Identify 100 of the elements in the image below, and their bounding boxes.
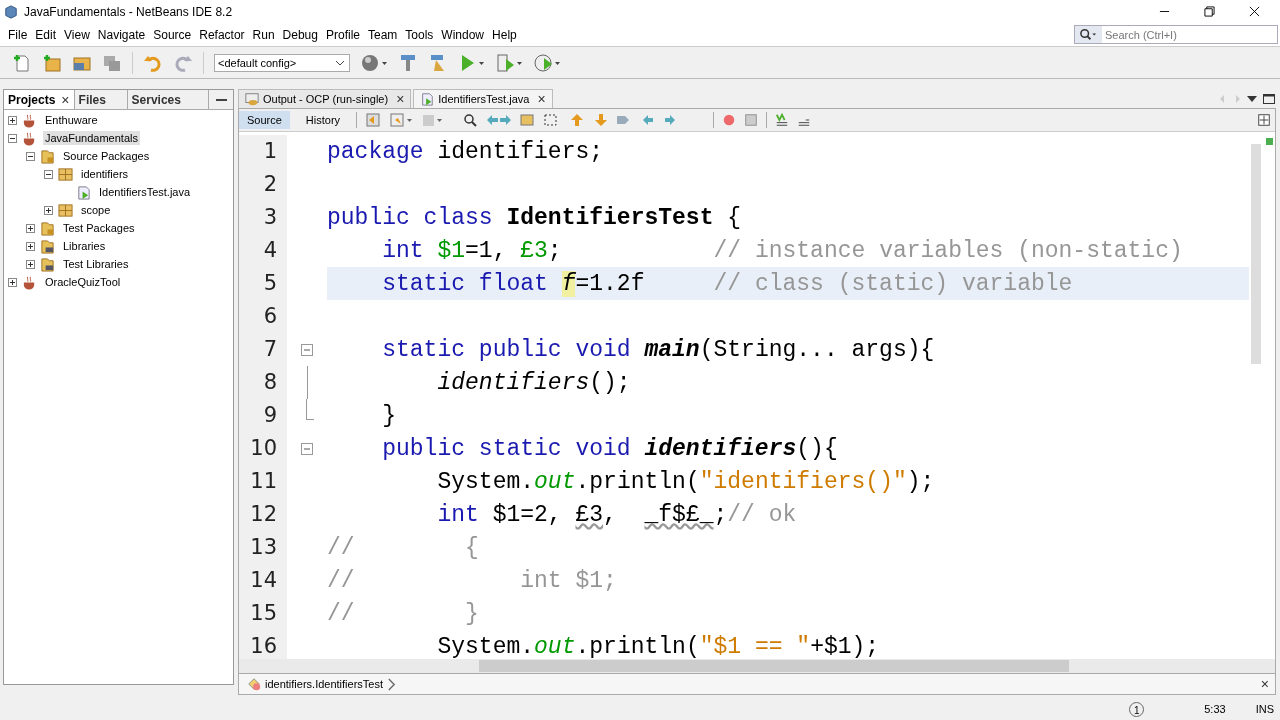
keyword: public class [327, 204, 494, 231]
java-file-icon [420, 92, 435, 106]
source-folder-icon [40, 220, 55, 236]
tree-item[interactable]: Source Packages [61, 149, 152, 163]
class-icon [247, 677, 261, 691]
close-icon[interactable] [1249, 6, 1260, 17]
line-number: 9 [239, 399, 287, 432]
restore-icon[interactable] [1204, 6, 1215, 17]
code-comment: // class (static) variable [713, 270, 1073, 297]
close-button[interactable]: × [1260, 676, 1269, 692]
code-text: , [603, 501, 618, 528]
split-editor-icon[interactable] [1257, 113, 1271, 127]
code-text: identifiers; [436, 138, 604, 165]
library-folder-icon [40, 256, 55, 272]
code-text: =1, [465, 237, 508, 264]
menu-item[interactable]: Run [248, 27, 279, 42]
panel-tab[interactable]: Services [127, 90, 209, 109]
code-comment: // { [327, 534, 479, 561]
tree-item[interactable]: OracleQuizTool [43, 275, 123, 289]
line-number: 11 [239, 465, 287, 498]
close-button[interactable]: × [61, 91, 70, 108]
panel-tab[interactable]: Files [74, 90, 128, 109]
string-literal: "identifiers()" [699, 468, 907, 495]
code-text: (String... args){ [699, 336, 935, 363]
code-text: $1=2, [491, 501, 563, 528]
line-number: 1 [239, 135, 287, 168]
tree-item[interactable]: scope [79, 203, 113, 217]
fold-icon[interactable] [301, 442, 313, 455]
code-text: =1.2f [575, 270, 646, 297]
horizontal-scrollbar[interactable] [239, 659, 1275, 673]
new-file-icon[interactable] [12, 52, 32, 73]
expand-icon[interactable] [26, 259, 35, 269]
menu-item[interactable]: Window [437, 27, 489, 42]
code-text: { [726, 204, 742, 231]
collapse-icon[interactable] [44, 169, 53, 179]
library-folder-icon [40, 238, 55, 254]
profile-icon[interactable] [534, 52, 562, 73]
expand-icon[interactable] [8, 115, 17, 125]
view-toggle[interactable]: Source [239, 111, 290, 129]
unused-variable: £3 [575, 501, 604, 528]
menu-item[interactable]: Help [488, 27, 521, 42]
cup-icon [22, 112, 37, 128]
field-name: $1 [437, 237, 466, 264]
keyword: int [381, 237, 425, 264]
menu-item[interactable]: Debug [278, 27, 322, 42]
expand-icon[interactable] [26, 241, 35, 251]
code-comment: // instance variables (non-static) [713, 237, 1183, 264]
config-dropdown[interactable]: <default config> [214, 53, 350, 72]
record-macro-icon[interactable] [722, 113, 737, 127]
unused-variable: _f$£_ [644, 501, 714, 528]
collapse-icon[interactable] [8, 133, 17, 143]
fold-icon[interactable] [301, 343, 313, 356]
line-number: 14 [239, 564, 287, 597]
menu-item[interactable]: Navigate [93, 27, 150, 42]
tree-item[interactable]: JavaFundamentals [43, 131, 140, 145]
expand-icon[interactable] [44, 205, 53, 215]
view-toggle[interactable]: History [297, 111, 349, 129]
keyword: public static void [381, 435, 632, 462]
menu-item[interactable]: Tools [401, 27, 438, 42]
line-number: 4 [239, 234, 287, 267]
panel-tab[interactable]: Projects × [4, 90, 75, 109]
editor-tab[interactable]: IdentifiersTest.java × [413, 89, 553, 108]
tree-item[interactable]: identifiers [79, 167, 131, 181]
close-button[interactable]: × [396, 91, 405, 107]
error-stripe-icon [1265, 138, 1273, 145]
collapse-icon[interactable] [26, 151, 35, 161]
tree-item[interactable]: Enthuware [43, 113, 100, 127]
menu-item[interactable]: Edit [31, 27, 61, 42]
caret-position: 5:33 [1204, 703, 1226, 715]
code-text: ; [713, 501, 728, 528]
breadcrumb-item[interactable]: identifiers.IdentifiersTest [265, 678, 383, 690]
expand-icon[interactable] [26, 223, 35, 233]
tree-item[interactable]: Test Libraries [61, 257, 131, 271]
method-name: identifiers [644, 435, 797, 462]
close-button[interactable]: × [537, 91, 546, 107]
debug-icon[interactable] [496, 52, 524, 73]
code-comment: // } [327, 600, 479, 627]
line-number: 15 [239, 597, 287, 630]
menu-item[interactable]: Team [364, 27, 402, 42]
menu-item[interactable]: File [4, 27, 32, 42]
field-name: £3 [520, 237, 548, 264]
menu-item[interactable]: View [60, 27, 94, 42]
code-text: +$1); [810, 633, 880, 659]
hammer-icon[interactable] [398, 52, 418, 73]
globe-icon[interactable] [360, 52, 388, 73]
chevron-right-icon[interactable] [387, 677, 396, 691]
comment-icon[interactable] [775, 113, 790, 127]
line-number: 10 [239, 432, 287, 465]
menu-item[interactable]: Profile [322, 27, 364, 42]
code-text: ; [547, 237, 563, 264]
menu-item[interactable]: Refactor [195, 27, 249, 42]
tree-item[interactable]: Test Packages [61, 221, 137, 235]
line-number: 7 [239, 333, 287, 366]
new-project-icon[interactable] [42, 52, 62, 73]
menu-item[interactable]: Source [149, 27, 196, 42]
output-icon [245, 92, 259, 106]
tree-item[interactable]: Libraries [61, 239, 108, 253]
tree-item[interactable]: IdentifiersTest.java [97, 185, 193, 199]
editor-tab[interactable]: Output - OCP (run-single) × [238, 89, 412, 108]
expand-icon[interactable] [8, 277, 17, 287]
